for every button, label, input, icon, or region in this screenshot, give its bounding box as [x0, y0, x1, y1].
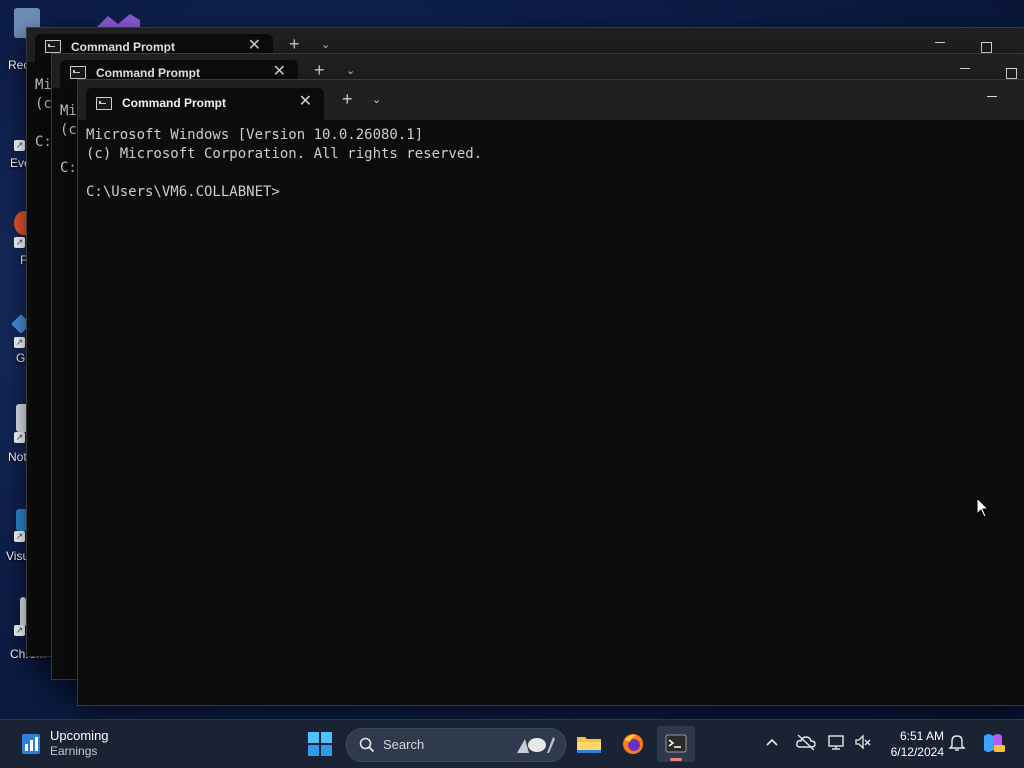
- new-tab-button[interactable]: +: [314, 60, 325, 80]
- shortcut-arrow-icon: ↗: [14, 432, 25, 443]
- close-tab-icon[interactable]: ✕: [299, 92, 312, 112]
- cmd-icon: [70, 66, 86, 79]
- search-label: Search: [383, 737, 425, 752]
- shortcut-arrow-icon: ↗: [14, 237, 25, 248]
- taskbar-search-box[interactable]: Search: [346, 728, 566, 762]
- onedrive-tray[interactable]: [795, 732, 816, 754]
- taskbar-clock[interactable]: 6:51 AM 6/12/2024: [880, 728, 944, 760]
- desktop-icon-label: G: [16, 351, 26, 365]
- notifications-button[interactable]: [948, 732, 968, 754]
- chevron-down-icon[interactable]: ⌄: [372, 90, 381, 110]
- clock-date: 6/12/2024: [890, 745, 944, 759]
- taskbar-firefox[interactable]: [614, 726, 652, 762]
- widget-title: Upcoming: [50, 728, 109, 743]
- chevron-up-icon: [766, 738, 778, 746]
- new-tab-button[interactable]: +: [289, 34, 300, 54]
- window-titlebar[interactable]: Command Prompt ✕ + ⌄: [78, 80, 1024, 120]
- shortcut-arrow-icon: ↗: [14, 531, 25, 542]
- widget-subtitle: Earnings: [50, 744, 98, 758]
- windows-start-icon[interactable]: [306, 730, 334, 758]
- network-tray[interactable]: [827, 732, 847, 754]
- shortcut-arrow-icon: ↗: [14, 625, 25, 636]
- clock-time: 6:51 AM: [899, 729, 944, 743]
- minimize-button[interactable]: [960, 58, 970, 74]
- tab-title: Command Prompt: [122, 96, 227, 110]
- taskbar-terminal[interactable]: [657, 726, 695, 762]
- show-hidden-icons-button[interactable]: [764, 732, 784, 754]
- terminal-tab-active[interactable]: Command Prompt ✕: [86, 88, 324, 120]
- volume-tray[interactable]: [853, 732, 873, 754]
- copilot-icon: [984, 734, 1005, 752]
- active-app-indicator: [670, 758, 682, 761]
- maximize-button[interactable]: [981, 42, 992, 53]
- bell-icon: [948, 735, 966, 751]
- cmd-icon: [96, 97, 112, 110]
- speaker-muted-icon: [855, 734, 871, 750]
- console-output[interactable]: Microsoft Windows [Version 10.0.26080.1]…: [86, 126, 1017, 202]
- chevron-down-icon[interactable]: ⌄: [321, 35, 330, 55]
- search-icon: [359, 737, 375, 753]
- new-tab-button[interactable]: +: [342, 89, 353, 109]
- minimize-button[interactable]: [987, 86, 997, 102]
- shortcut-arrow-icon: ↗: [14, 140, 25, 151]
- search-highlight-icon: [517, 737, 555, 753]
- shortcut-arrow-icon: ↗: [14, 337, 25, 348]
- stock-chart-icon: [22, 734, 40, 754]
- desktop-icon-label: Not: [8, 450, 27, 464]
- firefox-icon: [623, 734, 643, 754]
- tab-title: Command Prompt: [96, 66, 201, 80]
- taskbar-file-explorer[interactable]: [570, 726, 608, 762]
- file-explorer-icon: [577, 737, 601, 753]
- network-monitor-icon: [828, 735, 844, 750]
- terminal-icon: [665, 734, 687, 753]
- taskbar: Upcoming Earnings Search 6:51 AM 6/12/20…: [0, 719, 1024, 768]
- mouse-pointer-icon: [976, 497, 990, 518]
- copilot-button[interactable]: [980, 730, 1006, 752]
- cloud-offline-icon: [796, 734, 816, 751]
- chevron-down-icon[interactable]: ⌄: [346, 61, 355, 81]
- tab-title: Command Prompt: [71, 40, 176, 54]
- terminal-window-front[interactable]: Command Prompt ✕ + ⌄ Microsoft Windows […: [77, 79, 1024, 706]
- maximize-button[interactable]: [1006, 68, 1017, 79]
- minimize-button[interactable]: [935, 32, 945, 48]
- cmd-icon: [45, 40, 61, 53]
- widgets-button[interactable]: Upcoming Earnings: [18, 726, 138, 762]
